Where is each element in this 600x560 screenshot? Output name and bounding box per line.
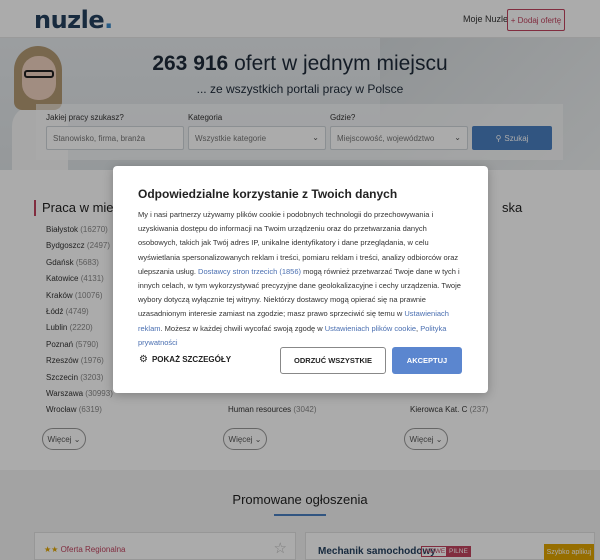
accept-button[interactable]: AKCEPTUJ <box>392 347 462 374</box>
consent-title: Odpowiedzialne korzystanie z Twoich dany… <box>138 187 398 201</box>
gear-icon: ⚙ <box>139 354 148 365</box>
cookie-settings-link[interactable]: Ustawieniach plików cookie <box>325 324 416 333</box>
cookie-consent-dialog: Odpowiedzialne korzystanie z Twoich dany… <box>113 166 488 393</box>
consent-text: My i nasi partnerzy używamy plików cooki… <box>138 210 461 347</box>
reject-all-button[interactable]: ODRZUĆ WSZYSTKIE <box>280 347 386 374</box>
show-details-button[interactable]: ⚙ POKAŻ SZCZEGÓŁY <box>139 354 231 365</box>
vendors-link[interactable]: Dostawcy stron trzecich (1856) <box>198 267 301 276</box>
